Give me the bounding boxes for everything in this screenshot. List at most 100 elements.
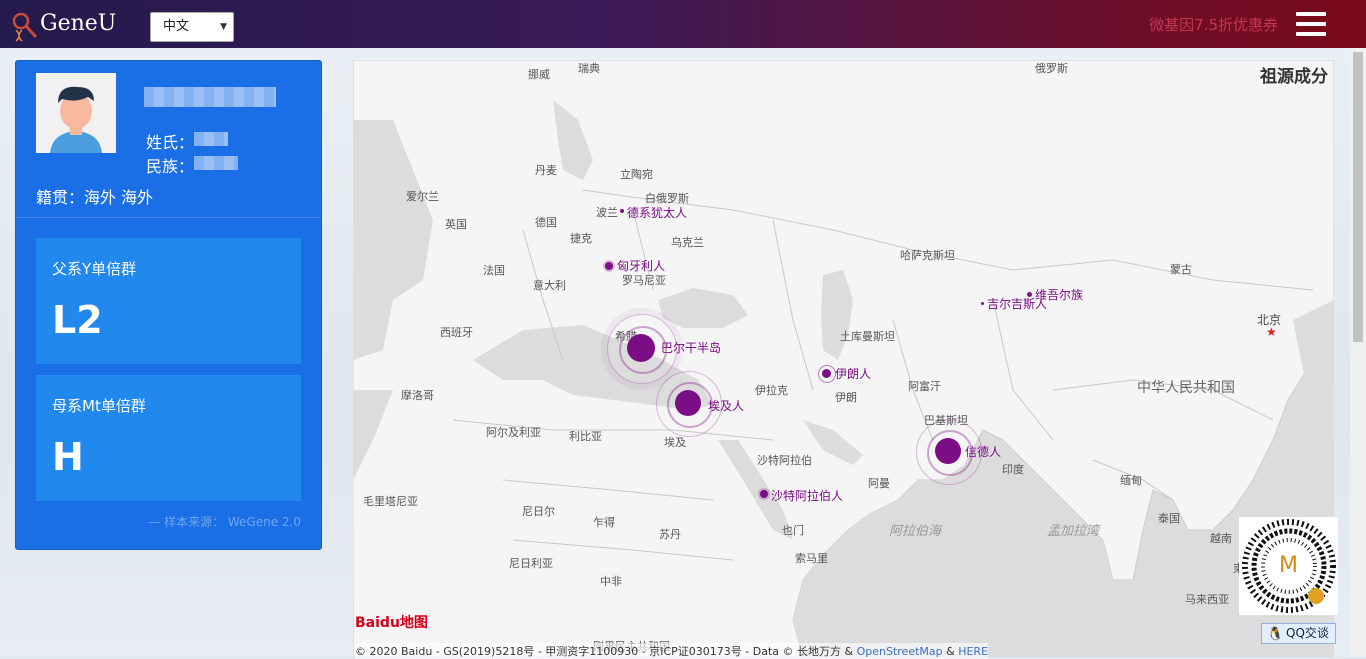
population-marker[interactable] bbox=[760, 490, 768, 498]
place-label: 罗马尼亚 bbox=[622, 274, 666, 287]
language-select[interactable]: 中文 ▼ bbox=[150, 12, 234, 42]
paternal-title: 父系Y单倍群 bbox=[52, 260, 137, 278]
place-label: 乌克兰 bbox=[671, 236, 704, 249]
place-label: 摩洛哥 bbox=[401, 389, 434, 402]
profile-card: 姓氏： 民族： 籍贯：海外 海外 父系Y单倍群 L2 母系Mt单倍群 H — 样… bbox=[15, 60, 322, 550]
place-label: 丹麦 bbox=[535, 164, 557, 177]
place-label: 中非 bbox=[600, 575, 622, 588]
place-label: 阿富汗 bbox=[908, 380, 941, 393]
maternal-haplogroup-box: 母系Mt单倍群 H bbox=[36, 375, 301, 501]
sea-label: 孟加拉湾 bbox=[1047, 524, 1100, 539]
qq-penguin-icon: 🐧 bbox=[1267, 627, 1284, 642]
place-label: 苏丹 bbox=[659, 528, 681, 541]
surname-redacted bbox=[194, 132, 228, 146]
baidu-map-logo[interactable]: Baidu地图 bbox=[355, 612, 428, 632]
dropdown-arrow-icon: ▼ bbox=[220, 22, 227, 32]
population-marker[interactable] bbox=[981, 302, 984, 305]
card-divider bbox=[16, 217, 321, 218]
brand-name[interactable]: GeneU bbox=[40, 11, 116, 36]
population-marker[interactable] bbox=[627, 334, 655, 362]
place-label: 瑞典 bbox=[578, 62, 600, 75]
place-label: 尼日尔 bbox=[522, 505, 555, 518]
place-label: 立陶宛 bbox=[620, 168, 653, 181]
osm-link[interactable]: OpenStreetMap bbox=[857, 645, 943, 658]
qr-code[interactable]: M bbox=[1239, 517, 1338, 615]
copyright-text: © 2020 Baidu - GS(2019)5218号 - 甲测资字11009… bbox=[355, 645, 857, 658]
qr-center-letter: M bbox=[1279, 553, 1298, 578]
place-label: 法国 bbox=[483, 264, 505, 277]
place-label: 伊朗 bbox=[835, 391, 857, 404]
language-value: 中文 bbox=[163, 19, 190, 34]
place-label: 意大利 bbox=[533, 279, 566, 292]
native-place: 籍贯：海外 海外 bbox=[36, 188, 154, 207]
page-scrollbar[interactable] bbox=[1350, 48, 1366, 657]
place-label: 波兰 bbox=[596, 206, 618, 219]
map-landmass bbox=[353, 60, 1334, 657]
place-label: 俄罗斯 bbox=[1035, 62, 1068, 75]
here-link[interactable]: HERE bbox=[958, 645, 988, 658]
paternal-value: L2 bbox=[52, 298, 103, 342]
place-label: 爱尔兰 bbox=[406, 190, 439, 203]
population-marker[interactable] bbox=[605, 262, 613, 270]
sea-label: 阿拉伯海 bbox=[889, 524, 942, 539]
population-label[interactable]: 埃及人 bbox=[708, 397, 744, 414]
place-label: 挪威 bbox=[528, 68, 550, 81]
hamburger-menu-icon[interactable] bbox=[1296, 12, 1326, 36]
baidu-logo-text: Baidu地图 bbox=[355, 615, 428, 631]
coupon-link[interactable]: 微基因7.5折优惠券 bbox=[1149, 14, 1278, 35]
place-label: 捷克 bbox=[570, 232, 592, 245]
place-label: 乍得 bbox=[593, 516, 615, 529]
map-title: 祖源成分 bbox=[1260, 67, 1328, 87]
population-label[interactable]: 匈牙利人 bbox=[617, 257, 665, 274]
place-label: 印度 bbox=[1002, 463, 1024, 476]
place-label: 缅甸 bbox=[1120, 474, 1142, 487]
place-label: 也门 bbox=[782, 524, 804, 537]
user-avatar bbox=[36, 73, 116, 153]
population-label[interactable]: 信德人 bbox=[965, 443, 1001, 460]
place-label: 德国 bbox=[535, 216, 557, 229]
place-label: 英国 bbox=[445, 218, 467, 231]
place-label: 泰国 bbox=[1158, 512, 1180, 525]
population-marker[interactable] bbox=[822, 369, 831, 378]
population-marker[interactable] bbox=[620, 209, 624, 213]
place-label: 蒙古 bbox=[1170, 263, 1192, 276]
population-marker[interactable] bbox=[935, 438, 961, 464]
place-label: 沙特阿拉伯 bbox=[757, 454, 812, 467]
sample-source: — 样本来源： WeGene 2.0 bbox=[148, 515, 301, 529]
population-label[interactable]: 维吾尔族 bbox=[1035, 286, 1083, 303]
maternal-value: H bbox=[52, 435, 84, 479]
copyright-amp: & bbox=[942, 645, 959, 658]
population-label[interactable]: 伊朗人 bbox=[835, 365, 871, 382]
top-navbar: GeneU 中文 ▼ 微基因7.5折优惠券 bbox=[0, 0, 1366, 48]
place-label: 越南 bbox=[1210, 532, 1232, 545]
scrollbar-thumb[interactable] bbox=[1353, 52, 1363, 342]
population-marker[interactable] bbox=[1027, 292, 1032, 297]
place-label: 阿曼 bbox=[868, 477, 890, 490]
population-label[interactable]: 巴尔干半岛 bbox=[661, 339, 721, 356]
population-label[interactable]: 沙特阿拉伯人 bbox=[771, 487, 843, 504]
population-label[interactable]: 德系犹太人 bbox=[627, 204, 687, 221]
place-label: 利比亚 bbox=[569, 430, 602, 443]
country-label-china: 中华人民共和国 bbox=[1137, 380, 1235, 396]
paternal-haplogroup-box: 父系Y单倍群 L2 bbox=[36, 238, 301, 364]
ethnicity-label: 民族： bbox=[146, 157, 195, 176]
maternal-title: 母系Mt单倍群 bbox=[52, 397, 146, 415]
dna-magnifier-logo-icon bbox=[12, 12, 38, 42]
place-label: 索马里 bbox=[795, 552, 828, 565]
qq-chat-label: QQ交谈 bbox=[1286, 626, 1329, 640]
place-label: 土库曼斯坦 bbox=[840, 330, 895, 343]
place-label: 毛里塔尼亚 bbox=[363, 495, 418, 508]
place-label: 马来西亚 bbox=[1185, 593, 1229, 606]
ancestry-map[interactable]: 祖源成分 挪威 瑞典 俄罗斯 丹麦 立陶宛 爱尔兰 白俄罗斯 英国 德国 波兰 … bbox=[353, 60, 1334, 657]
place-label: 阿尔及利亚 bbox=[486, 426, 541, 439]
qq-chat-button[interactable]: 🐧 QQ交谈 bbox=[1261, 623, 1336, 644]
population-marker[interactable] bbox=[675, 390, 701, 416]
username-redacted bbox=[144, 87, 276, 107]
surname-label: 姓氏： bbox=[146, 133, 195, 152]
ethnicity-redacted bbox=[194, 156, 238, 170]
place-label: 西班牙 bbox=[440, 326, 473, 339]
capital-star-icon: ★ bbox=[1266, 325, 1277, 339]
place-label: 尼日利亚 bbox=[509, 557, 553, 570]
place-label: 哈萨克斯坦 bbox=[900, 249, 955, 262]
place-label: 伊拉克 bbox=[755, 384, 788, 397]
